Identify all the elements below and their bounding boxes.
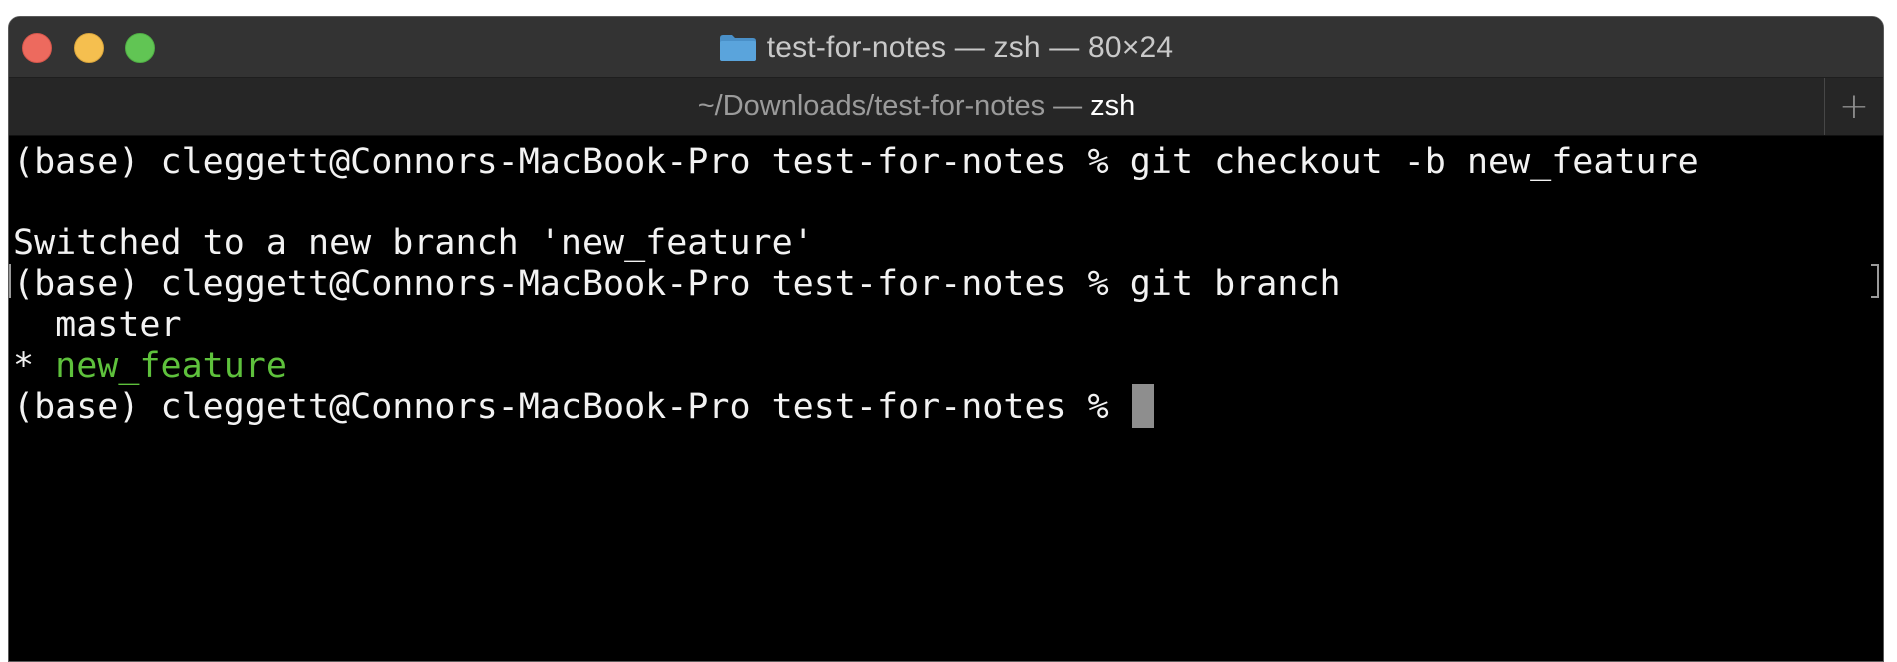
terminal-output[interactable]: (base) cleggett@Connors-MacBook-Pro test… [9, 136, 1883, 661]
text-cursor [1131, 384, 1154, 428]
current-branch-name: new_feature [55, 346, 287, 386]
tab-zsh[interactable]: ~/Downloads/test-for-notes — zsh [9, 78, 1824, 135]
line-mark-right [1871, 264, 1879, 298]
tab-bar: ~/Downloads/test-for-notes — zsh + [9, 78, 1883, 136]
new-tab-button[interactable]: + [1825, 78, 1883, 135]
current-branch-marker: * [13, 346, 56, 386]
window-title: test-for-notes — zsh — 80×24 [766, 30, 1174, 64]
terminal-line: (base) cleggett@Connors-MacBook-Pro test… [13, 142, 1699, 182]
terminal-window: test-for-notes — zsh — 80×24 ~/Downloads… [8, 16, 1884, 662]
line-mark-left [9, 264, 11, 298]
prompt-text: (base) cleggett@Connors-MacBook-Pro test… [13, 387, 1130, 427]
title-bar[interactable]: test-for-notes — zsh — 80×24 [9, 17, 1883, 78]
folder-icon[interactable] [719, 34, 757, 62]
terminal-prompt-line[interactable]: (base) cleggett@Connors-MacBook-Pro test… [13, 383, 1154, 432]
tab-shell-label: zsh [1090, 90, 1136, 122]
tab-path-label: ~/Downloads/test-for-notes — [697, 90, 1083, 122]
terminal-line: (base) cleggett@Connors-MacBook-Pro test… [13, 264, 1341, 304]
window-title-group: test-for-notes — zsh — 80×24 [9, 17, 1883, 78]
